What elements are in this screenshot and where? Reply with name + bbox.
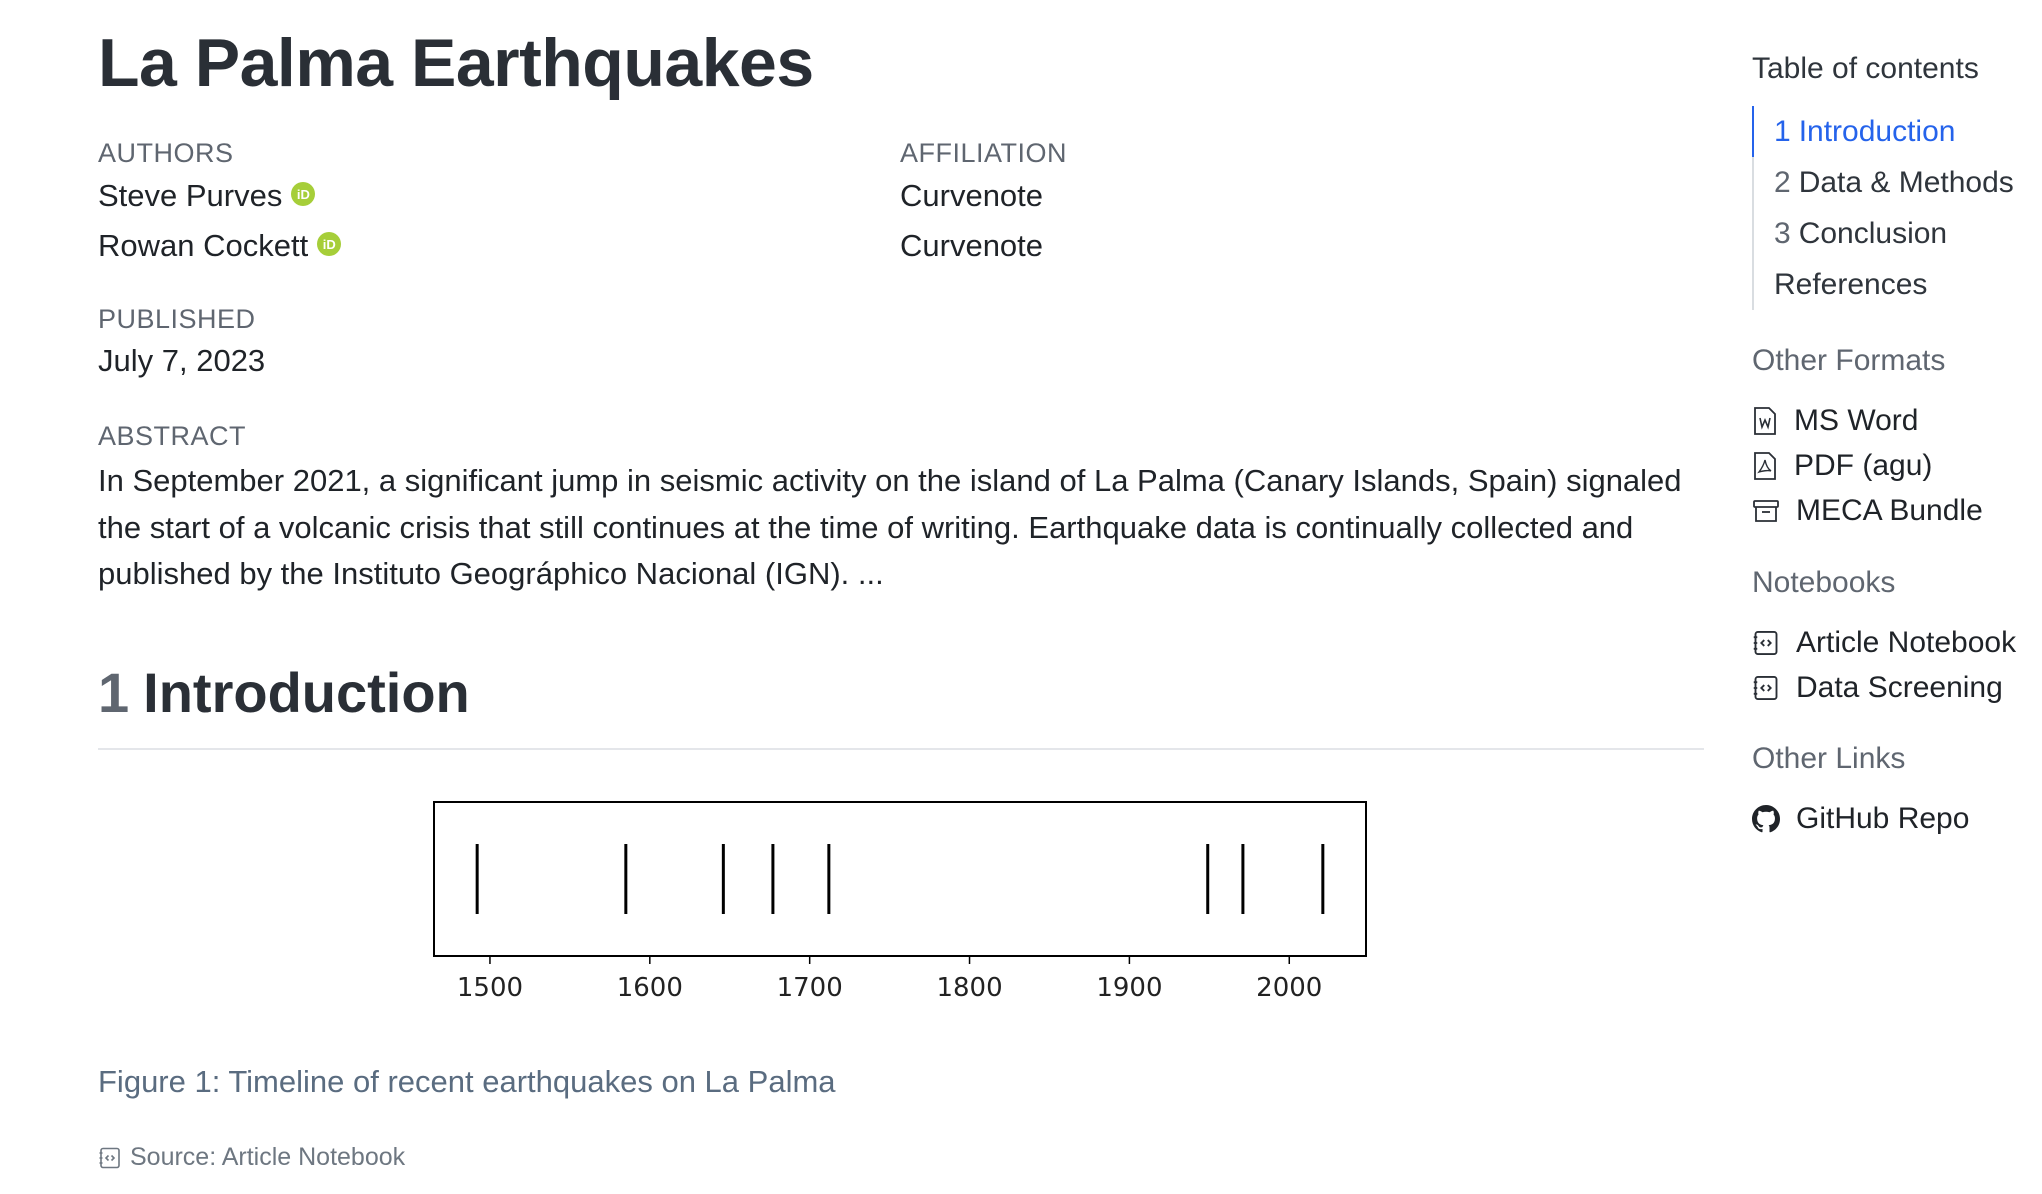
download-ms-word[interactable]: MS Word: [1752, 401, 1918, 441]
published-label: PUBLISHED: [98, 304, 256, 334]
author-rowan-cockett: Rowan Cockett iD: [98, 228, 342, 264]
orcid-icon[interactable]: iD: [291, 182, 316, 206]
section-heading-introduction: 1 Introduction: [98, 660, 470, 725]
author-steve-purves: Steve Purves iD: [98, 178, 316, 214]
x-axis-tick-label: 1500: [457, 973, 523, 1003]
orcid-icon[interactable]: iD: [317, 232, 342, 256]
author-name[interactable]: Steve Purves: [98, 178, 282, 214]
x-axis-tick-label: 1600: [617, 973, 683, 1003]
archive-icon: [1753, 500, 1779, 522]
other-formats-heading: Other Formats: [1752, 344, 1946, 377]
authors-label: AUTHORS: [98, 138, 234, 168]
affiliation-label: AFFILIATION: [900, 138, 1068, 168]
x-axis-tick-label: 1800: [936, 973, 1002, 1003]
section-divider: [98, 748, 1704, 750]
other-links-heading: Other Links: [1752, 742, 1906, 775]
notebook-link-article[interactable]: Article Notebook: [1752, 623, 2016, 663]
author-affiliation: Curvenote: [900, 178, 1044, 213]
page-title: La Palma Earthquakes: [98, 25, 814, 101]
toc-item-introduction[interactable]: 1 Introduction: [1752, 106, 2014, 157]
github-icon: [1752, 805, 1780, 833]
toc-item-references[interactable]: References: [1754, 259, 2014, 310]
earthquake-timeline-figure: 1500 1600 1700 1800 1900 2000: [400, 780, 1410, 1025]
table-of-contents: 1 Introduction 2 Data & Methods 3 Conclusio…: [1752, 106, 2014, 310]
abstract-label: ABSTRACT: [98, 421, 247, 451]
author-name[interactable]: Rowan Cockett: [98, 228, 308, 264]
github-repo-link[interactable]: GitHub Repo: [1752, 799, 1969, 839]
published-date: July 7, 2023: [98, 343, 266, 378]
toc-item-conclusion[interactable]: 3 Conclusion: [1754, 208, 2014, 259]
pdf-icon: [1754, 452, 1776, 480]
section-number: 1: [98, 661, 130, 724]
chart-frame: [433, 801, 1367, 957]
figure-caption: Figure 1: Timeline of recent earthquakes…: [98, 1064, 836, 1099]
section-title: Introduction: [143, 661, 470, 724]
word-doc-icon: [1754, 407, 1776, 435]
notebook-icon: [1753, 675, 1778, 701]
toc-title: Table of contents: [1752, 52, 1979, 85]
download-meca-bundle[interactable]: MECA Bundle: [1752, 491, 1983, 531]
notebook-link-data-screening[interactable]: Data Screening: [1752, 668, 2003, 708]
notebook-icon: [1753, 630, 1778, 656]
figure-source-link[interactable]: Source: Article Notebook: [98, 1143, 405, 1172]
notebook-icon: [99, 1147, 120, 1168]
x-axis-tick-label: 2000: [1256, 973, 1322, 1003]
abstract-text: In September 2021, a significant jump in…: [98, 463, 1682, 591]
toc-item-data-methods[interactable]: 2 Data & Methods: [1754, 157, 2014, 208]
download-pdf[interactable]: PDF (agu): [1752, 446, 1932, 486]
source-label: Source: Article Notebook: [130, 1143, 406, 1171]
author-affiliation: Curvenote: [900, 228, 1044, 263]
x-axis-tick-label: 1700: [777, 973, 843, 1003]
x-axis-tick-label: 1900: [1096, 973, 1162, 1003]
notebooks-heading: Notebooks: [1752, 566, 1896, 599]
timeline-chart: 1500 1600 1700 1800 1900 2000: [433, 801, 1367, 1003]
